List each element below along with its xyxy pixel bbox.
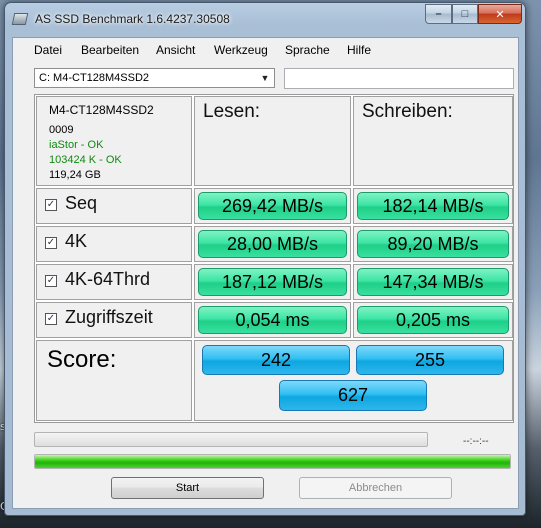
4k-64thrd-write-cell: 147,34 MB/s [353, 264, 513, 300]
elapsed-time: --:--:-- [463, 436, 489, 447]
score-label: Score: [47, 346, 117, 373]
score-write-value: 255 [356, 345, 504, 375]
seq-checkbox[interactable]: ✓ [45, 199, 57, 211]
seq-write-cell: 182,14 MB/s [353, 188, 513, 224]
4k-read-cell: 28,00 MB/s [194, 226, 351, 262]
write-header-cell: Schreiben: [353, 96, 513, 186]
4k-read-value: 28,00 MB/s [198, 230, 347, 258]
maximize-button[interactable]: □ [452, 4, 478, 24]
4k-64thrd-label: 4K-64Thrd [65, 269, 151, 289]
seq-read-value: 269,42 MB/s [198, 192, 347, 220]
score-values-cell: 242 255 627 [194, 340, 513, 421]
test-row-4k-64thrd: ✓ 4K-64Thrd [36, 264, 192, 300]
minimize-button[interactable]: – [425, 4, 452, 24]
score-label-cell: Score: [36, 340, 192, 421]
access-time-label: Zugriffszeit [65, 307, 153, 327]
minimize-icon: – [435, 8, 442, 20]
drive-firmware: 0009 [49, 124, 74, 136]
close-button[interactable]: ✕ [478, 4, 522, 24]
4k-64thrd-read-cell: 187,12 MB/s [194, 264, 351, 300]
chevron-down-icon[interactable]: ▼ [258, 71, 272, 85]
driver-status: iaStor - OK [49, 139, 104, 151]
results-grid: M4-CT128M4SSD2 0009 iaStor - OK 103424 K… [34, 94, 514, 423]
title-bar[interactable]: AS SSD Benchmark 1.6.4237.30508 – □ ✕ [5, 3, 525, 37]
read-header-cell: Lesen: [194, 96, 351, 186]
menu-bearbeiten[interactable]: Bearbeiten [81, 43, 139, 57]
drive-info-panel: M4-CT128M4SSD2 0009 iaStor - OK 103424 K… [36, 96, 192, 186]
app-window: AS SSD Benchmark 1.6.4237.30508 – □ ✕ Da… [4, 2, 526, 516]
drive-select[interactable]: C: M4-CT128M4SSD2 ▼ [34, 68, 275, 88]
drive-size: 119,24 GB [49, 169, 101, 181]
seq-label: Seq [65, 193, 98, 213]
start-button[interactable]: Start [111, 477, 264, 499]
abort-button[interactable]: Abbrechen [299, 477, 452, 499]
drive-select-value: C: M4-CT128M4SSD2 [39, 72, 150, 84]
access-time-write-value: 0,205 ms [357, 306, 509, 334]
menu-bar: Datei Bearbeiten Ansicht Werkzeug Sprach… [13, 38, 518, 60]
access-time-read-cell: 0,054 ms [194, 302, 351, 338]
test-row-access-time: ✓ Zugriffszeit [36, 302, 192, 338]
app-icon [11, 13, 29, 25]
access-time-read-value: 0,054 ms [198, 306, 347, 334]
4k-write-cell: 89,20 MB/s [353, 226, 513, 262]
read-header: Lesen: [203, 101, 261, 122]
access-time-write-cell: 0,205 ms [353, 302, 513, 338]
total-progress-bar [34, 454, 511, 469]
4k-label: 4K [65, 231, 88, 251]
alignment-status: 103424 K - OK [49, 154, 122, 166]
client-area: Datei Bearbeiten Ansicht Werkzeug Sprach… [12, 37, 519, 509]
info-text-field[interactable] [284, 68, 514, 89]
test-progress-bar [34, 432, 428, 447]
menu-werkzeug[interactable]: Werkzeug [214, 43, 268, 57]
seq-write-value: 182,14 MB/s [357, 192, 509, 220]
test-row-4k: ✓ 4K [36, 226, 192, 262]
total-progress-fill [35, 455, 510, 468]
4k-64thrd-write-value: 147,34 MB/s [357, 268, 509, 296]
4k-checkbox[interactable]: ✓ [45, 237, 57, 249]
4k-64thrd-checkbox[interactable]: ✓ [45, 275, 57, 287]
score-total-value: 627 [279, 380, 427, 411]
write-header: Schreiben: [362, 101, 453, 122]
drive-model: M4-CT128M4SSD2 [49, 103, 154, 117]
maximize-icon: □ [461, 8, 469, 20]
menu-hilfe[interactable]: Hilfe [347, 43, 371, 57]
menu-sprache[interactable]: Sprache [285, 43, 330, 57]
4k-write-value: 89,20 MB/s [357, 230, 509, 258]
test-row-seq: ✓ Seq [36, 188, 192, 224]
close-icon: ✕ [495, 8, 505, 21]
score-read-value: 242 [202, 345, 350, 375]
access-time-checkbox[interactable]: ✓ [45, 313, 57, 325]
4k-64thrd-read-value: 187,12 MB/s [198, 268, 347, 296]
menu-ansicht[interactable]: Ansicht [156, 43, 195, 57]
seq-read-cell: 269,42 MB/s [194, 188, 351, 224]
window-title: AS SSD Benchmark 1.6.4237.30508 [35, 12, 230, 26]
menu-datei[interactable]: Datei [34, 43, 62, 57]
